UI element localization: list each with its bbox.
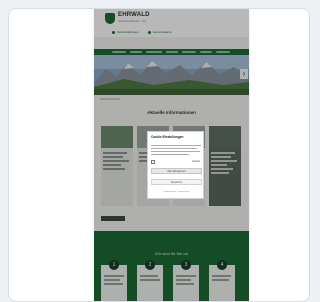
dialog-footer-links[interactable]: Datenschutz · Impressum [148,191,205,193]
details-link[interactable]: Details [192,160,200,163]
preview-card: EHRWALD Gemeinde Ehrwald · Tirol Veranst… [8,8,310,302]
accept-all-button[interactable]: Alle akzeptieren [151,168,202,174]
consent-checkbox[interactable] [151,160,155,164]
cookie-consent-dialog: Cookie Einstellungen Details Alle akzept… [147,131,204,199]
save-button[interactable]: Speichern [151,179,202,185]
page-screenshot: EHRWALD Gemeinde Ehrwald · Tirol Veranst… [94,9,249,301]
dialog-title: Cookie Einstellungen [151,135,184,139]
